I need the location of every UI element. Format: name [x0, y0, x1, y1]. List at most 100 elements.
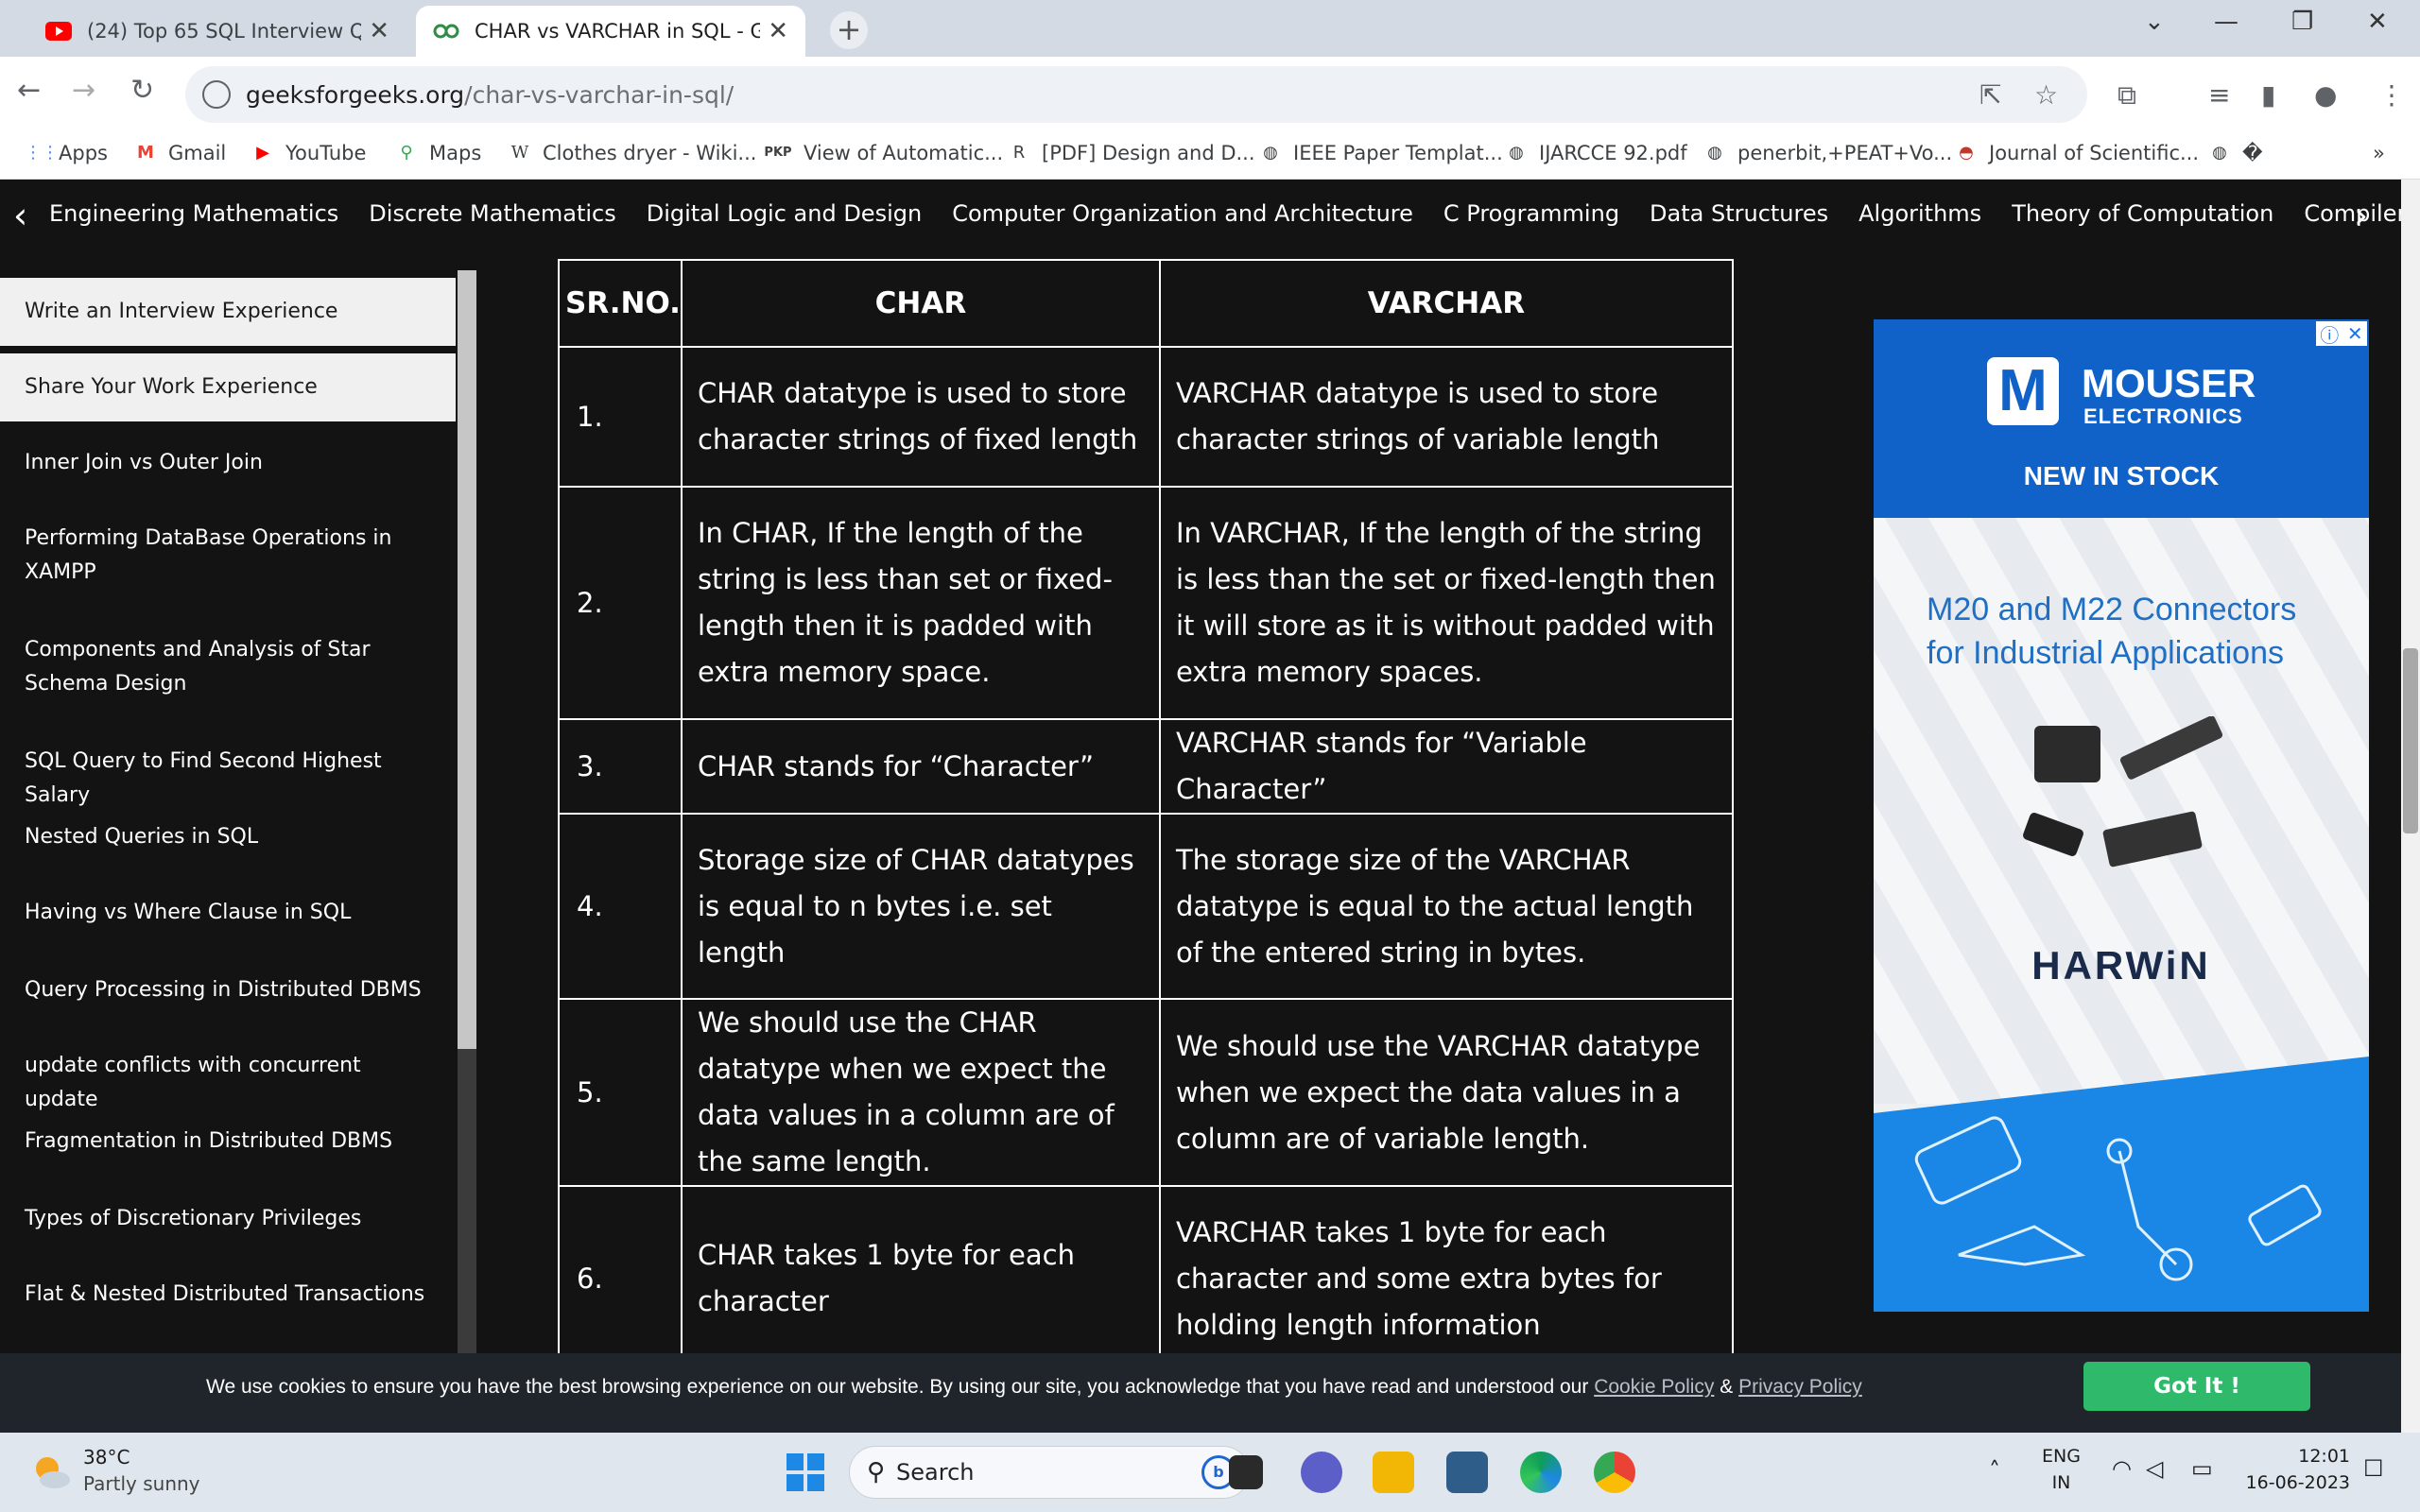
back-icon[interactable]: ←	[17, 74, 41, 107]
minimize-button[interactable]: —	[2214, 8, 2238, 36]
bookmark-researchgate[interactable]: R [PDF] Design and D...	[1008, 142, 1255, 164]
sidebar: Write an Interview Experience Share Your…	[0, 257, 458, 1353]
sidebar-item[interactable]: Performing DataBase Operations in XAMPP	[0, 522, 456, 590]
language-indicator[interactable]: ENG IN	[2042, 1446, 2081, 1493]
privacy-policy-link[interactable]: Privacy Policy	[1738, 1376, 1862, 1398]
extensions-icon[interactable]: ⧉	[2118, 79, 2136, 112]
teams-chat-icon[interactable]	[1301, 1452, 1342, 1493]
bookmark-pkp[interactable]: PKP View of Automatic...	[764, 142, 1003, 164]
topic-nav-item[interactable]: Data Structures	[1650, 200, 1828, 227]
bookmark-wikipedia[interactable]: W Clothes dryer - Wiki...	[509, 142, 757, 164]
topic-nav-item[interactable]: C Programming	[1443, 200, 1619, 227]
got-it-button[interactable]: Got It !	[2083, 1362, 2310, 1411]
search-icon: ⚲	[867, 1458, 886, 1486]
nav-right-arrow-icon[interactable]: ›	[2354, 195, 2368, 236]
bookmark-maps[interactable]: ⚲ Maps	[395, 142, 481, 164]
file-explorer-icon[interactable]	[1373, 1452, 1414, 1493]
battery-icon[interactable]: ▭	[2191, 1455, 2213, 1482]
ad-brand: MOUSER	[2082, 361, 2256, 405]
chrome-browser-icon[interactable]	[1594, 1452, 1635, 1493]
tab-search-dropdown-icon[interactable]: ⌄	[2144, 8, 2165, 36]
maps-icon: ⚲	[400, 143, 413, 163]
advertisement[interactable]: M MOUSER ELECTRONICS NEW IN STOCK M20 an…	[1874, 319, 2369, 1312]
bookmark-gmail[interactable]: M Gmail	[134, 142, 226, 164]
media-control-icon[interactable]: ≡	[2208, 79, 2230, 111]
page-scrollbar-thumb[interactable]	[2403, 648, 2418, 833]
sidebar-item[interactable]: update conflicts with concurrent update	[0, 1049, 456, 1117]
close-window-button[interactable]: ✕	[2367, 8, 2388, 36]
bookmark-penerbit[interactable]: ◍ penerbit,+PEAT+Vo...	[1703, 142, 1952, 164]
youtube-icon	[45, 22, 72, 41]
sidebar-item[interactable]: SQL Query to Find Second Highest Salary	[0, 745, 456, 813]
profile-avatar-icon[interactable]: ●	[2314, 79, 2337, 111]
topic-nav-item[interactable]: Engineering Mathematics	[49, 200, 338, 227]
topic-nav-item[interactable]: Discrete Mathematics	[369, 200, 615, 227]
topic-nav-item[interactable]: Digital Logic and Design	[647, 200, 922, 227]
weather-temperature[interactable]: 38°C	[83, 1446, 130, 1469]
tab-youtube[interactable]: (24) Top 65 SQL Interview Ques ✕	[28, 6, 406, 57]
bookmark-ieee[interactable]: ◍ IEEE Paper Templat...	[1259, 142, 1503, 164]
tab-close-button[interactable]: ✕	[768, 17, 788, 45]
show-hidden-icons-chevron-icon[interactable]: ˄	[1989, 1457, 2000, 1484]
nav-left-arrow-icon[interactable]: ‹	[13, 195, 27, 236]
vm-app-icon[interactable]	[1446, 1452, 1488, 1493]
site-info-icon[interactable]	[202, 80, 231, 109]
bookmarks-bar: ⋮⋮ Apps M Gmail ▶ YouTube ⚲ Maps W Clothes dr…	[0, 132, 2420, 180]
clock[interactable]: 12:01 16-06-2023	[2240, 1446, 2350, 1493]
cookie-amp: &	[1714, 1376, 1739, 1398]
char-cell: We should use the CHAR datatype when we …	[680, 998, 1161, 1187]
sidebar-item[interactable]: Components and Analysis of Star Schema D…	[0, 633, 456, 701]
sidebar-item[interactable]: Inner Join vs Outer Join	[0, 446, 456, 480]
share-icon[interactable]: ⇱	[1979, 79, 2001, 111]
bookmark-star-icon[interactable]: ☆	[2034, 79, 2058, 111]
edge-browser-icon[interactable]	[1520, 1452, 1562, 1493]
bookmark-unknown[interactable]: ◍ �	[2208, 142, 2262, 164]
tab-close-button[interactable]: ✕	[369, 17, 389, 45]
wifi-icon[interactable]: ◠	[2112, 1455, 2132, 1482]
sidebar-item[interactable]: Nested Queries in SQL	[0, 820, 456, 854]
sidebar-item[interactable]: Write an Interview Experience	[0, 278, 456, 346]
apps-grid-icon: ⋮⋮	[25, 143, 59, 163]
wikipedia-icon: W	[510, 143, 529, 163]
maximize-button[interactable]: ❐	[2291, 8, 2313, 36]
sidebar-item[interactable]: Having vs Where Clause in SQL	[0, 896, 456, 930]
notifications-icon[interactable]: ☐	[2363, 1455, 2384, 1482]
sidebar-item[interactable]: Types of Discretionary Privileges	[0, 1202, 456, 1236]
volume-icon[interactable]: ◁	[2146, 1455, 2163, 1482]
topic-nav-item[interactable]: Algorithms	[1858, 200, 1981, 227]
address-bar[interactable]: geeksforgeeks.org/char-vs-varchar-in-sql…	[185, 66, 2087, 123]
topic-nav-items: Engineering Mathematics Discrete Mathemat…	[49, 200, 2401, 227]
weather-description[interactable]: Partly sunny	[83, 1472, 200, 1495]
topic-nav: ‹ Engineering Mathematics Discrete Mathem…	[0, 180, 2401, 257]
taskbar-search-box[interactable]: ⚲ Search b	[849, 1446, 1250, 1499]
topic-nav-item[interactable]: Computer Organization and Architecture	[952, 200, 1413, 227]
sidebar-item[interactable]: Flat & Nested Distributed Transactions	[0, 1278, 456, 1312]
bookmark-ijarcce[interactable]: ◍ IJARCCE 92.pdf	[1505, 142, 1687, 164]
topic-nav-item[interactable]: Compiler Design	[2304, 200, 2401, 227]
forward-icon[interactable]: →	[72, 74, 95, 107]
side-panel-icon[interactable]: ▮	[2261, 79, 2275, 111]
menu-kebab-icon[interactable]: ⋮	[2378, 79, 2405, 111]
bookmarks-overflow-button[interactable]: »	[2373, 142, 2385, 164]
tab-gfg[interactable]: CHAR vs VARCHAR in SQL - Gee ✕	[416, 6, 805, 57]
reload-icon[interactable]: ↻	[130, 74, 154, 107]
table-row: 6. CHAR takes 1 byte for each character …	[558, 1185, 1734, 1372]
ad-choices[interactable]: ⓘ ✕	[2316, 320, 2367, 348]
topic-nav-item[interactable]: Theory of Computation	[2012, 200, 2273, 227]
ad-info-icon[interactable]: ⓘ	[2320, 320, 2339, 348]
sidebar-item[interactable]: Share Your Work Experience	[0, 353, 456, 421]
bookmark-youtube[interactable]: ▶ YouTube	[251, 142, 366, 164]
char-cell: CHAR datatype is used to store character…	[680, 346, 1161, 488]
bookmark-apps[interactable]: ⋮⋮ Apps	[25, 142, 108, 164]
cookie-policy-link[interactable]: Cookie Policy	[1594, 1376, 1714, 1398]
sidebar-item[interactable]: Fragmentation in Distributed DBMS	[0, 1125, 456, 1159]
task-view-icon[interactable]	[1229, 1455, 1263, 1489]
language-code: ENG	[2042, 1446, 2081, 1467]
weather-partly-sunny-icon[interactable]	[28, 1450, 74, 1495]
bookmark-journal[interactable]: ◓ Journal of Scientific...	[1955, 142, 2199, 164]
windows-start-icon[interactable]	[786, 1453, 824, 1491]
ad-close-icon[interactable]: ✕	[2347, 322, 2363, 345]
new-tab-button[interactable]: +	[830, 11, 868, 49]
sidebar-item[interactable]: Query Processing in Distributed DBMS	[0, 973, 456, 1007]
sidebar-scrollbar-thumb[interactable]	[458, 270, 476, 1049]
